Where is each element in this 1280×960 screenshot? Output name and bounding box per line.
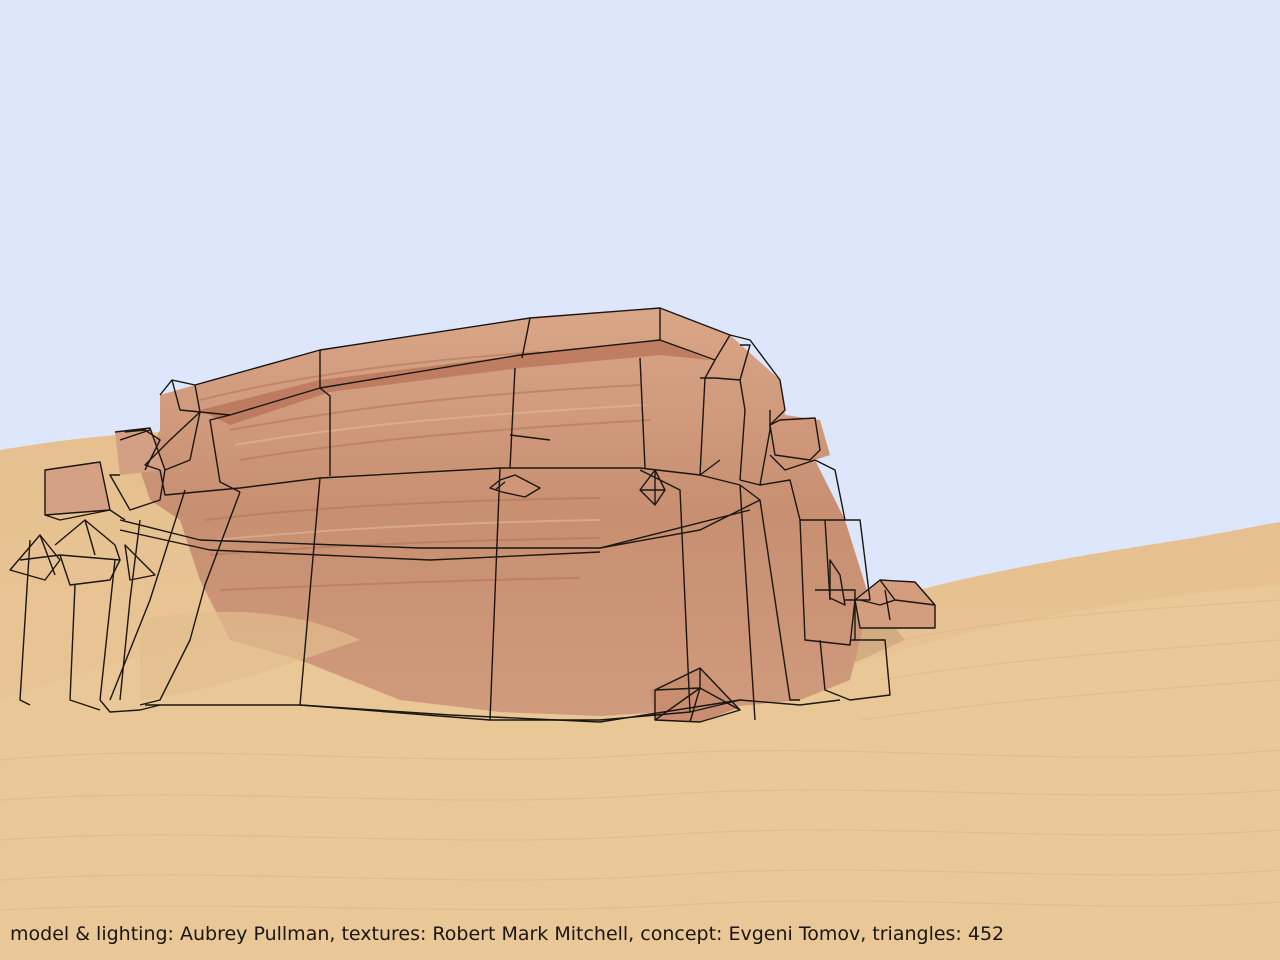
wireframe-render <box>0 0 1280 960</box>
credits-caption: model & lighting: Aubrey Pullman, textur… <box>10 923 1005 945</box>
